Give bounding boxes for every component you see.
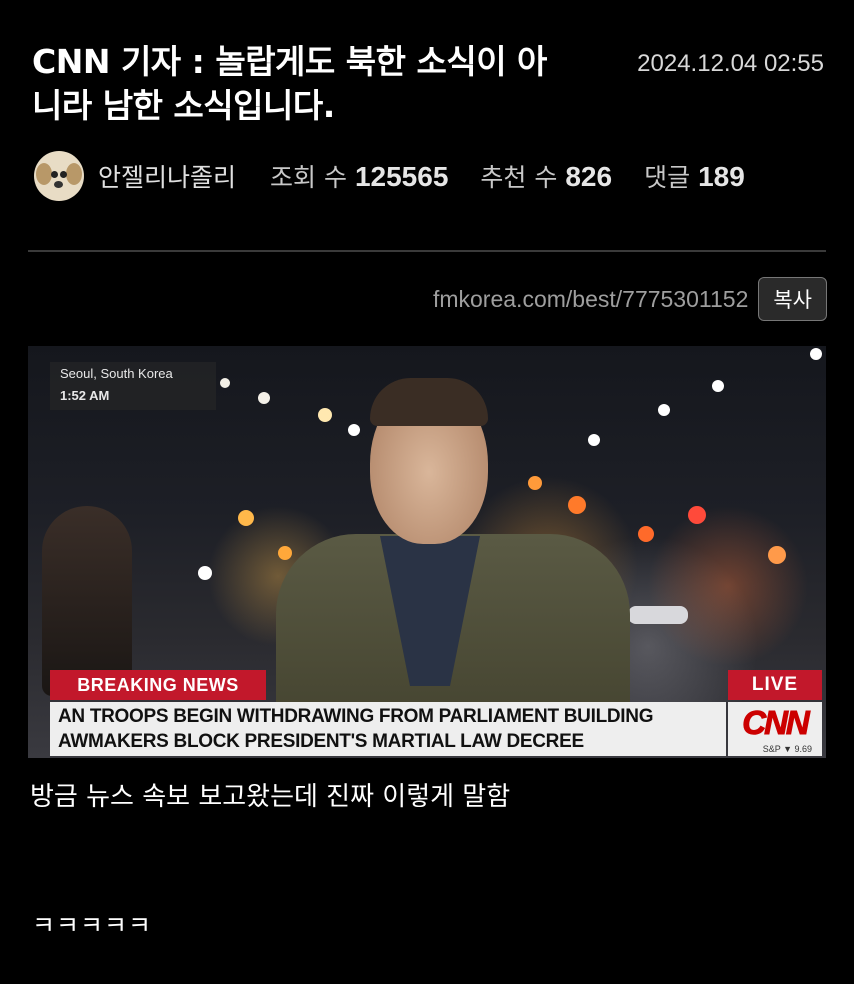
time-text: 1:52 AM xyxy=(60,388,110,403)
bokeh-light xyxy=(198,566,212,580)
comments-label: 댓글 xyxy=(644,163,691,192)
bokeh-light xyxy=(348,424,360,436)
bokeh-light xyxy=(588,434,600,446)
bokeh-light xyxy=(278,546,292,560)
bokeh-light xyxy=(568,496,586,514)
post-url[interactable]: fmkorea.com/best/7775301152 xyxy=(433,286,748,313)
bokeh-light xyxy=(318,408,332,422)
cnn-logo: CNN xyxy=(742,704,811,742)
breaking-news-banner: BREAKING NEWS xyxy=(50,670,266,700)
news-screenshot-image: Seoul, South Korea 1:52 AM BREAKING NEWS… xyxy=(28,346,826,758)
ticker-line-2: AWMAKERS BLOCK PRESIDENT'S MARTIAL LAW D… xyxy=(58,731,584,752)
car-shape xyxy=(628,606,688,624)
recommend-stat: 추천 수 826 xyxy=(480,158,612,194)
url-row: fmkorea.com/best/7775301152 복사 xyxy=(433,277,827,321)
live-badge: LIVE xyxy=(728,670,822,700)
stock-ticker: S&P ▼ 9.69 xyxy=(762,744,812,754)
bokeh-light xyxy=(712,380,724,392)
bystander-figure xyxy=(42,506,132,696)
bokeh-light xyxy=(810,348,822,360)
views-label: 조회 수 xyxy=(270,163,347,192)
avatar[interactable] xyxy=(34,151,84,201)
bokeh-light xyxy=(638,526,654,542)
post-caption: 방금 뉴스 속보 보고왔는데 진짜 이렇게 말함 xyxy=(30,782,511,812)
bokeh-light xyxy=(238,510,254,526)
recommend-label: 추천 수 xyxy=(480,163,558,192)
bokeh-light xyxy=(258,392,270,404)
bokeh-light xyxy=(768,546,786,564)
bokeh-light xyxy=(658,404,670,416)
comments-count: 189 xyxy=(698,161,745,192)
comments-stat[interactable]: 댓글 189 xyxy=(644,158,745,194)
views-count: 125565 xyxy=(354,161,449,192)
copy-button[interactable]: 복사 xyxy=(758,277,827,321)
location-text: Seoul, South Korea xyxy=(60,366,173,381)
reporter-hair xyxy=(370,378,488,426)
author-name[interactable]: 안젤리나졸리 xyxy=(98,158,236,194)
bokeh-light xyxy=(688,506,706,524)
post-date: 2024.12.04 02:55 xyxy=(637,50,824,77)
ticker-line-1: AN TROOPS BEGIN WITHDRAWING FROM PARLIAM… xyxy=(58,706,654,727)
post-title: CNN 기자 : 놀랍게도 북한 소식이 아니라 남한 소식입니다. xyxy=(32,42,547,125)
bokeh-light xyxy=(528,476,542,490)
bokeh-light xyxy=(220,378,230,388)
recommend-count: 826 xyxy=(565,161,613,192)
divider xyxy=(28,250,826,252)
post-meta: 안젤리나졸리 조회 수 125565 추천 수 826 댓글 189 xyxy=(34,150,777,202)
views-stat: 조회 수 125565 xyxy=(270,158,448,194)
post-laugh-text: ㅋㅋㅋㅋㅋ xyxy=(32,911,153,940)
news-ticker: AN TROOPS BEGIN WITHDRAWING FROM PARLIAM… xyxy=(50,702,726,756)
